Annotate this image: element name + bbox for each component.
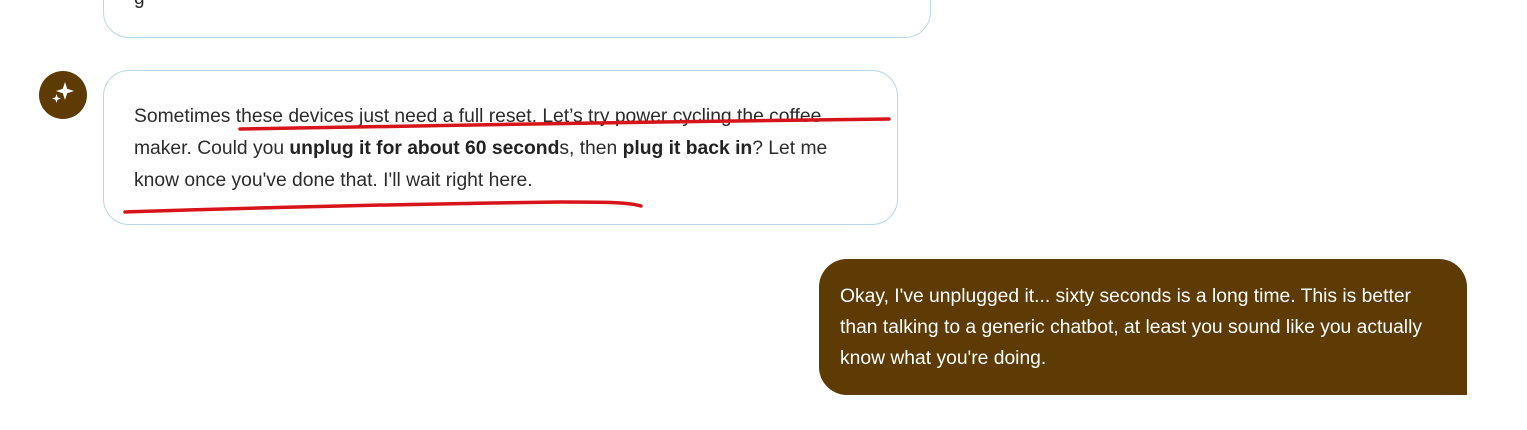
previous-message-fragment: g	[134, 0, 145, 14]
previous-assistant-bubble: g	[103, 0, 931, 38]
user-message-bubble: Okay, I've unplugged it... sixty seconds…	[819, 259, 1467, 395]
assistant-bold-unplug: unplug it for about 60 second	[289, 138, 560, 159]
assistant-message-text: Sometimes these devices just need a full…	[134, 101, 874, 197]
assistant-avatar	[39, 71, 87, 119]
sparkle-icon	[50, 80, 76, 111]
chat-canvas: g Sometimes these devices just need a fu…	[0, 0, 1527, 430]
user-message-text: Okay, I've unplugged it... sixty seconds…	[840, 286, 1423, 369]
assistant-bold-plug-back: plug it back in	[622, 138, 753, 159]
assistant-text-part-2: s, then	[559, 138, 623, 159]
assistant-message-bubble: Sometimes these devices just need a full…	[103, 70, 898, 225]
